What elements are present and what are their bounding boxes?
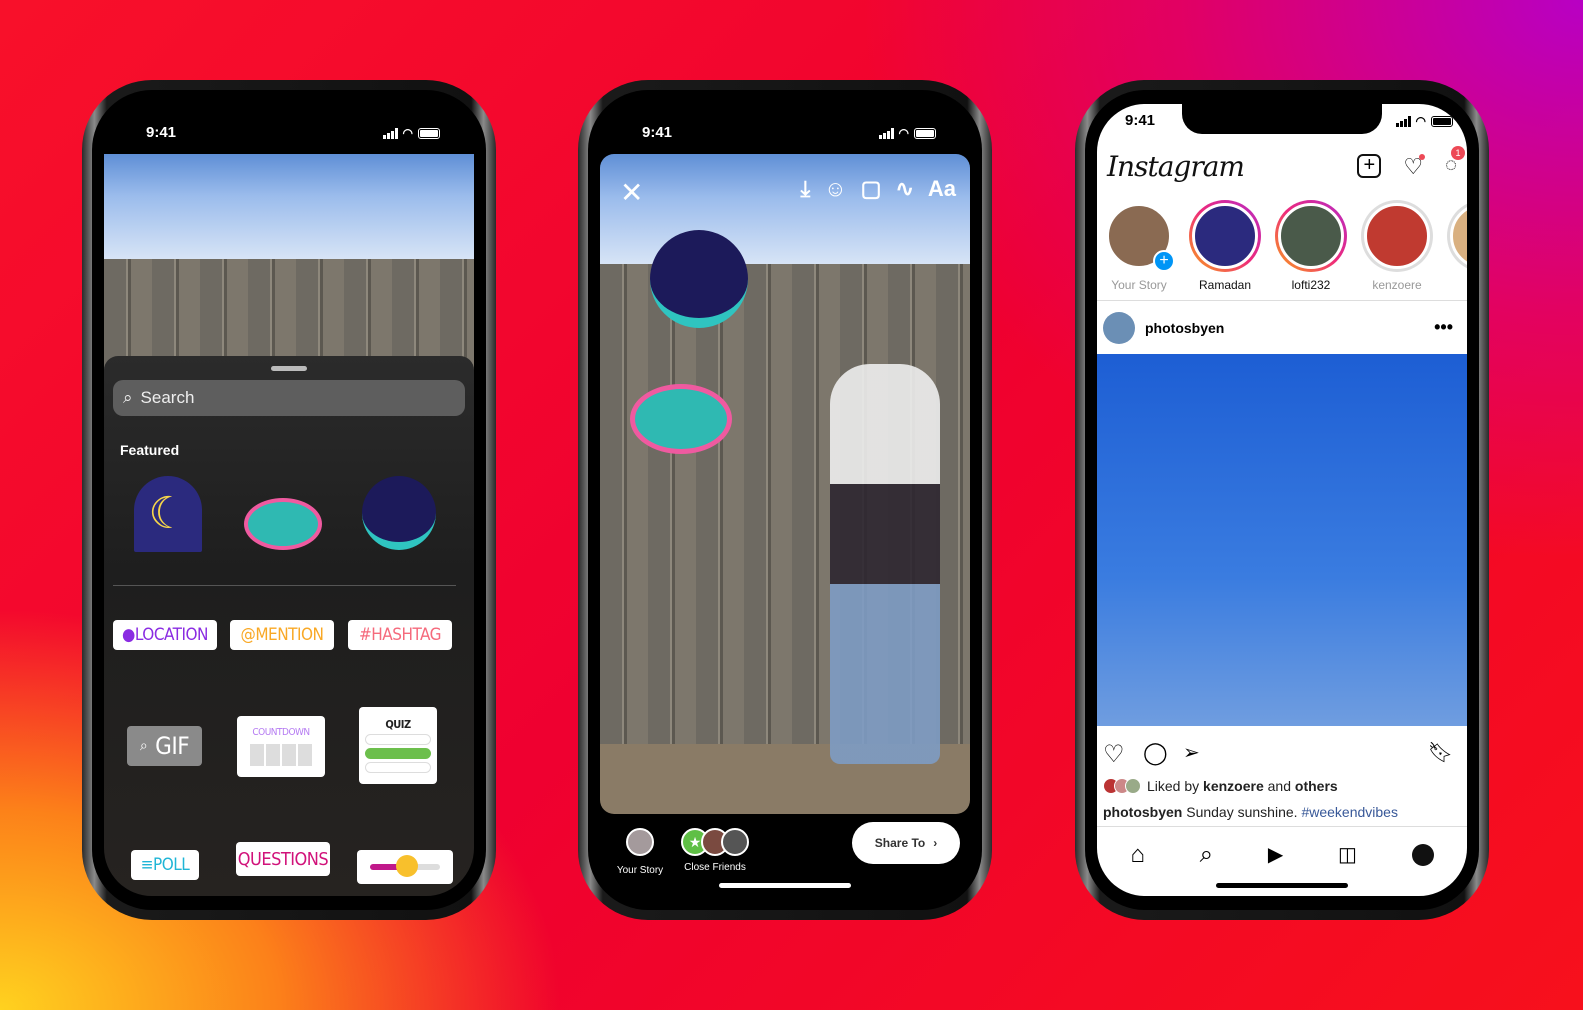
sticker-quiz[interactable]: QUIZ — [359, 707, 437, 784]
new-post-icon[interactable]: + — [1357, 154, 1382, 178]
status-bar: 9:41 ◠ — [600, 124, 970, 144]
sticker-location[interactable]: ● LOCATION — [113, 620, 217, 650]
sticker-search-input[interactable]: ⌕ Search — [113, 380, 465, 416]
wifi-icon: ◠ — [898, 126, 909, 140]
story-lofti232[interactable]: lofti232 — [1275, 200, 1347, 292]
phone-story-editor: 9:41 ◠ ✕ ⤓ ☺ ▢ ∿ Aa Your Story ★ Close Friend… — [578, 80, 992, 920]
search-icon: ⌕ — [123, 388, 133, 407]
search-icon[interactable]: ⌕ — [1200, 841, 1213, 869]
messenger-badge: 1 — [1451, 146, 1465, 160]
profile-icon[interactable] — [1411, 843, 1434, 866]
sticker-poll[interactable]: ≡ POLL — [131, 850, 199, 880]
search-icon: ⌕ — [139, 738, 148, 754]
stories-tray: +Your Story Ramadan lofti232 kenzoere sa… — [1103, 200, 1467, 292]
post-header: photosbyen ••• — [1097, 300, 1467, 354]
post-caption: photosbyen Sunday sunshine. #weekendvibe… — [1103, 804, 1398, 820]
sticker-questions[interactable]: QUESTIONS — [236, 842, 330, 876]
sticker-moon-star[interactable]: ☾ — [134, 476, 210, 552]
shop-icon[interactable]: ◫ — [1338, 842, 1357, 867]
home-icon[interactable]: ⌂ — [1130, 841, 1145, 869]
heart-eyes-emoji-icon — [396, 855, 418, 877]
instagram-logo[interactable]: Instagram — [1107, 150, 1245, 183]
chevron-right-icon: › — [933, 836, 938, 850]
heart-activity-icon[interactable]: ♡ — [1403, 154, 1426, 180]
post-username[interactable]: photosbyen — [1145, 320, 1224, 336]
comment-icon[interactable]: ◯ — [1143, 740, 1168, 766]
battery-icon — [1431, 115, 1453, 127]
sticker-mosque-placed[interactable] — [650, 230, 748, 328]
draw-icon[interactable]: ∿ — [895, 176, 913, 202]
post-image[interactable] — [1097, 354, 1467, 726]
story-sapp[interactable]: sapp — [1447, 200, 1467, 292]
home-indicator — [719, 883, 851, 888]
person-figure — [830, 364, 940, 764]
battery-icon — [418, 127, 440, 139]
save-icon[interactable]: 🔖︎ — [1428, 740, 1453, 765]
location-pin-icon: ● — [122, 625, 135, 645]
divider — [113, 585, 456, 586]
download-icon[interactable]: ⤓ — [800, 176, 810, 202]
story-kenzoere[interactable]: kenzoere — [1361, 200, 1433, 292]
hashtag-link[interactable]: #weekendvibes — [1301, 804, 1398, 820]
status-bar: 9:41 ◠ — [1097, 112, 1467, 132]
share-icon[interactable]: ➢ — [1183, 740, 1200, 765]
avatar[interactable] — [1103, 311, 1135, 344]
text-tool-button[interactable]: Aa — [928, 176, 956, 202]
home-indicator — [1216, 883, 1348, 888]
bottom-nav: ⌂ ⌕ ▶ ◫ — [1097, 826, 1467, 882]
poll-lines-icon: ≡ — [140, 855, 154, 875]
signal-icon — [878, 127, 894, 139]
sticker-hashtag[interactable]: #HASHTAG — [348, 620, 452, 650]
close-friends-button[interactable]: ★ Close Friends — [680, 828, 750, 873]
phone-feed: 9:41 ◠ Instagram + ♡ ◌ 1 + Your Story Ramada… — [1075, 80, 1489, 920]
close-icon[interactable]: ✕ — [620, 176, 643, 209]
reels-icon[interactable]: ▶ — [1268, 842, 1283, 867]
story-photo: ✕ ⤓ ☺ ▢ ∿ Aa — [600, 154, 970, 814]
featured-heading: Featured — [120, 442, 180, 458]
avatar — [721, 828, 749, 856]
sticker-mosque[interactable] — [362, 476, 438, 552]
sticker-emoji-slider[interactable] — [357, 850, 453, 884]
signal-icon — [382, 127, 398, 139]
signal-icon — [1395, 115, 1411, 127]
drag-handle[interactable] — [271, 366, 307, 371]
wifi-icon: ◠ — [402, 126, 413, 140]
share-to-button[interactable]: Share To › — [852, 822, 960, 864]
sticker-tray: ⌕ Search Featured ☾ ● LOCATION @MENTION #H… — [104, 356, 474, 896]
sticker-countdown[interactable]: COUNTDOWN — [237, 716, 325, 777]
sticker-tea-placed[interactable] — [630, 384, 732, 454]
likes-summary[interactable]: Liked by kenzoere and others — [1103, 778, 1338, 794]
sticker-icon[interactable]: ▢ — [861, 176, 882, 202]
avatar — [626, 828, 654, 856]
wifi-icon: ◠ — [1415, 114, 1426, 128]
like-icon[interactable]: ♡ — [1103, 740, 1125, 769]
more-options-icon[interactable]: ••• — [1434, 317, 1453, 338]
sticker-gif[interactable]: ⌕ GIF — [127, 726, 202, 766]
phone-sticker-tray: 9:41 ◠ ⌕ Search Featured ☾ ● LOCATION @MEN… — [82, 80, 496, 920]
sticker-tea-dates[interactable] — [244, 476, 322, 552]
messenger-icon[interactable]: ◌ 1 — [1445, 146, 1465, 180]
status-bar: 9:41 ◠ — [104, 124, 474, 144]
your-story-button[interactable]: Your Story — [614, 828, 666, 876]
face-effects-icon[interactable]: ☺ — [824, 176, 846, 202]
sticker-mention[interactable]: @MENTION — [230, 620, 334, 650]
story-ramadan[interactable]: Ramadan — [1189, 200, 1261, 292]
story-your-story[interactable]: + Your Story — [1103, 200, 1175, 292]
battery-icon — [914, 127, 936, 139]
add-story-icon: + — [1153, 250, 1175, 272]
